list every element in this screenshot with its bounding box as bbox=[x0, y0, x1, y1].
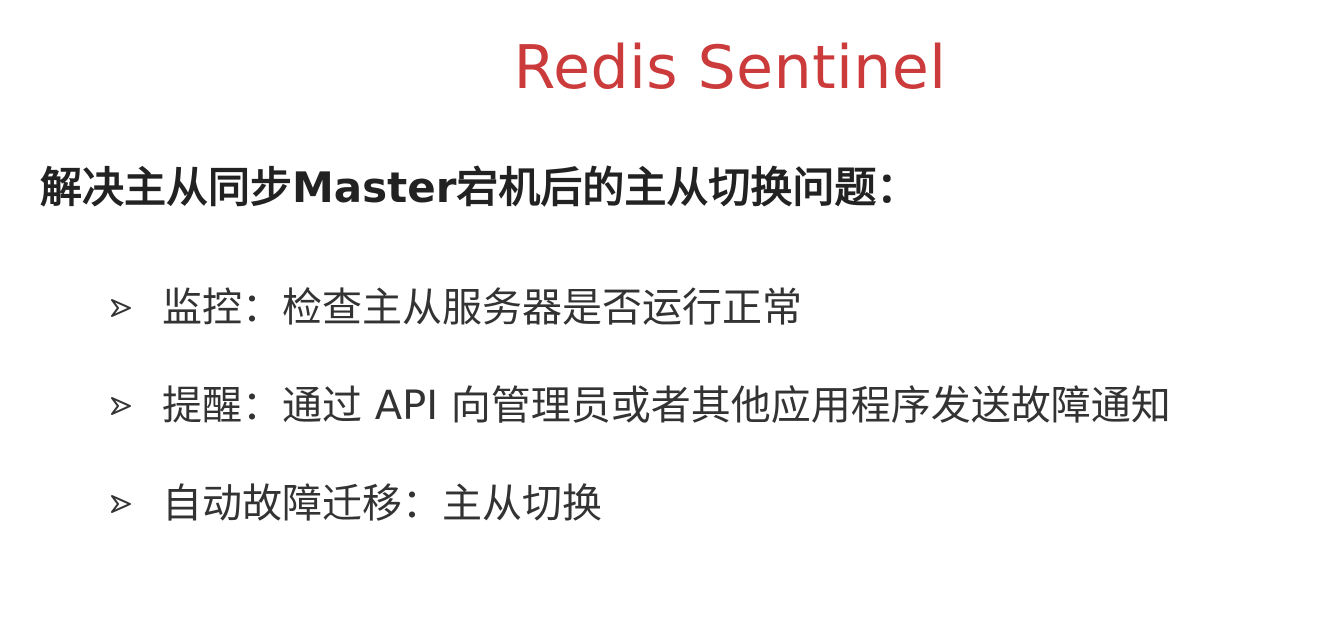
slide: Redis Sentinel 解决主从同步Master宕机后的主从切换问题： 监… bbox=[0, 0, 1321, 636]
bullet-text: 监控：检查主从服务器是否运行正常 bbox=[162, 285, 802, 331]
bullet-text: 自动故障迁移：主从切换 bbox=[162, 481, 602, 527]
bullet-text: 提醒：通过 API 向管理员或者其他应用程序发送故障通知 bbox=[162, 383, 1171, 429]
slide-headline: 解决主从同步Master宕机后的主从切换问题： bbox=[40, 163, 919, 212]
arrow-bullet-icon bbox=[110, 494, 132, 514]
bullet-item-monitoring: 监控：检查主从服务器是否运行正常 bbox=[110, 278, 1171, 338]
bullet-list: 监控：检查主从服务器是否运行正常 提醒：通过 API 向管理员或者其他应用程序发… bbox=[110, 278, 1171, 572]
arrow-bullet-icon bbox=[110, 298, 132, 318]
arrow-bullet-icon bbox=[110, 396, 132, 416]
slide-title: Redis Sentinel bbox=[513, 33, 947, 103]
bullet-item-notification: 提醒：通过 API 向管理员或者其他应用程序发送故障通知 bbox=[110, 376, 1171, 436]
bullet-item-failover: 自动故障迁移：主从切换 bbox=[110, 474, 1171, 534]
